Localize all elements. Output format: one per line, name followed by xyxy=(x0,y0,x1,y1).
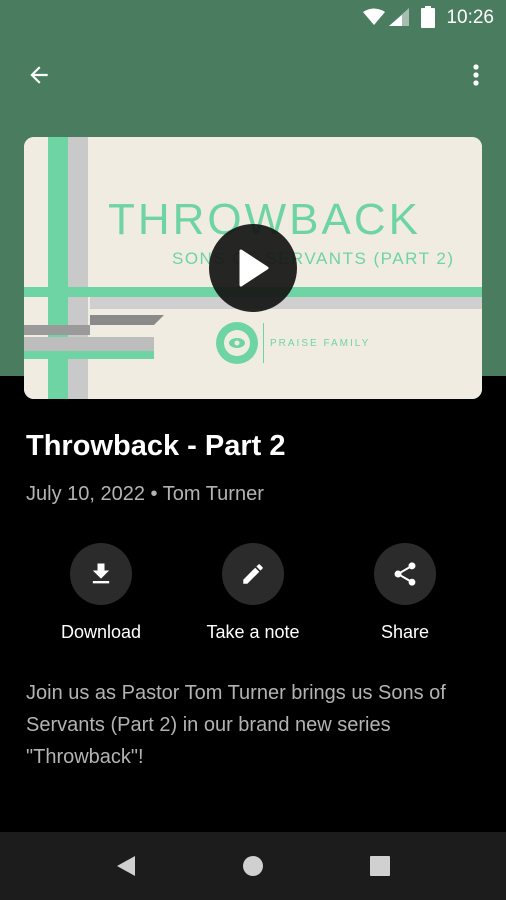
play-icon xyxy=(239,249,269,287)
nav-recents-icon xyxy=(370,856,390,876)
take-note-circle xyxy=(222,543,284,605)
sermon-meta: July 10, 2022 • Tom Turner xyxy=(26,483,264,505)
play-button[interactable] xyxy=(209,224,297,312)
wifi-icon xyxy=(363,8,385,25)
cell-signal-icon xyxy=(389,8,409,26)
system-nav-bar xyxy=(0,832,506,900)
share-icon xyxy=(394,562,416,586)
sermon-description: Join us as Pastor Tom Turner brings us S… xyxy=(26,682,446,768)
more-vert-icon xyxy=(473,64,479,86)
status-bar: 10:26 xyxy=(0,0,506,36)
download-button[interactable]: Download xyxy=(26,543,176,643)
share-button[interactable]: Share xyxy=(330,543,480,643)
action-row: Download Take a note Share xyxy=(0,543,506,653)
nav-recents-button[interactable] xyxy=(360,846,400,886)
download-circle xyxy=(70,543,132,605)
download-icon xyxy=(92,563,110,584)
back-button[interactable] xyxy=(22,58,56,92)
sermon-thumbnail[interactable]: THROWBACK SONS OF SERVANTS (PART 2) PRAI… xyxy=(24,137,482,399)
nav-home-icon xyxy=(243,856,263,876)
nav-back-button[interactable] xyxy=(106,846,146,886)
nav-home-button[interactable] xyxy=(233,846,273,886)
share-label: Share xyxy=(380,622,430,642)
take-note-button[interactable]: Take a note xyxy=(178,543,328,643)
nav-back-icon xyxy=(117,856,135,876)
sermon-title: Throwback - Part 2 xyxy=(26,430,286,462)
battery-icon xyxy=(421,6,435,28)
download-label: Download xyxy=(60,622,142,642)
status-time: 10:26 xyxy=(446,7,494,28)
pencil-icon xyxy=(243,564,263,584)
more-options-button[interactable] xyxy=(464,58,488,92)
arrow-left-icon xyxy=(30,66,48,84)
thumbnail-brand: PRAISE FAMILY xyxy=(270,338,371,349)
take-note-label: Take a note xyxy=(206,622,300,642)
share-circle xyxy=(374,543,436,605)
app-bar xyxy=(0,52,506,96)
